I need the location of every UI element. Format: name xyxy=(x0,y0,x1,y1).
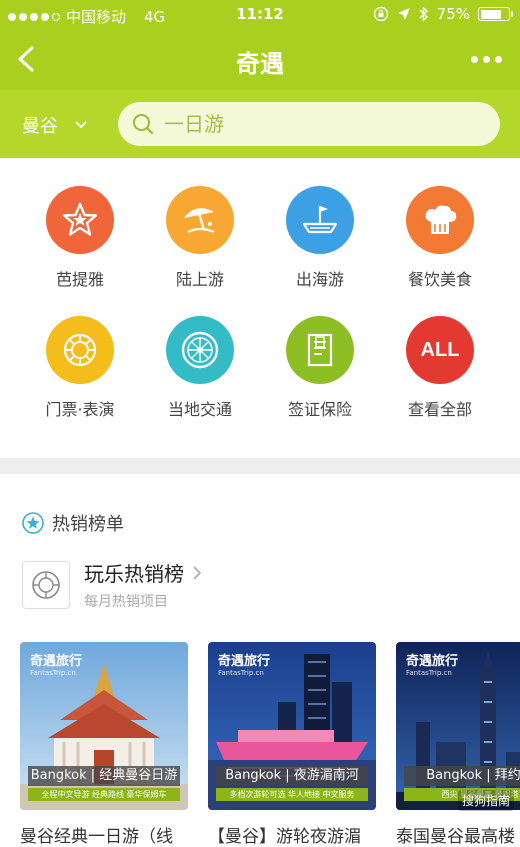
hot-section: 热销榜单 玩乐热销榜 每月热销项目 奇遇旅行 FantasTrip.cn Ban… xyxy=(0,474,520,847)
search-box[interactable] xyxy=(118,102,500,146)
brand-url: FantasTrip.cn xyxy=(406,669,452,677)
category-circle xyxy=(46,186,114,254)
star-badge-icon xyxy=(22,512,44,534)
bluetooth-icon xyxy=(419,6,428,22)
ticket-wheel-icon xyxy=(63,333,97,367)
chevron-right-icon xyxy=(193,565,202,580)
battery-percent: 75% xyxy=(436,5,470,23)
category-circle xyxy=(166,186,234,254)
category-label: 当地交通 xyxy=(167,400,232,419)
ranking-subtitle: 每月热销项目 xyxy=(84,594,168,610)
category-label: 出海游 xyxy=(295,270,344,289)
card-tag-sub: 多档次游轮可选 华人地接 中文服务 xyxy=(216,788,368,801)
all-icon: ALL xyxy=(420,338,460,361)
boat-flag-icon xyxy=(302,206,338,234)
category-sea-tour[interactable]: 出海游 xyxy=(260,186,380,290)
card-tag: Bangkok | 经典曼谷日游 xyxy=(28,766,180,786)
card-caption: 曼谷经典一日游（线 xyxy=(20,827,173,847)
category-circle xyxy=(286,186,354,254)
star-icon xyxy=(62,202,98,236)
category-circle xyxy=(286,316,354,384)
more-options-icon[interactable] xyxy=(471,56,502,63)
category-label: 陆上游 xyxy=(175,270,224,289)
card-tag-sub: 全程中文导游 经典路线 豪华保姆车 xyxy=(28,788,180,801)
product-carousel[interactable]: 奇遇旅行 FantasTrip.cn Bangkok | 经典曼谷日游 全程中文… xyxy=(20,642,520,847)
category-land-tour[interactable]: 陆上游 xyxy=(140,186,260,290)
category-grid: 芭提雅 陆上游 出海游 餐饮美食 门票·表演 当地交通 签证保险 ALL 查看全… xyxy=(0,158,520,458)
status-bar: 中国移动 4G 11:12 75% xyxy=(0,0,520,30)
category-view-all[interactable]: ALL 查看全部 xyxy=(380,316,500,420)
ranking-title: 玩乐热销榜 xyxy=(84,562,184,586)
category-tickets[interactable]: 门票·表演 xyxy=(20,316,140,420)
category-visa-insurance[interactable]: 签证保险 xyxy=(260,316,380,420)
beach-umbrella-icon xyxy=(184,208,215,234)
category-circle xyxy=(46,316,114,384)
chef-hat-icon xyxy=(425,205,457,234)
search-band: 曼谷 xyxy=(0,90,520,158)
river-cruise-photo: 奇遇旅行 FantasTrip.cn Bangkok | 夜游湄南河 多档次游轮… xyxy=(208,642,376,810)
wheel-outline-icon xyxy=(32,570,60,599)
search-input[interactable] xyxy=(164,112,464,136)
category-circle xyxy=(166,316,234,384)
brand-logo: 奇遇旅行 xyxy=(30,654,83,669)
location-arrow-icon xyxy=(397,8,410,20)
wheel-icon xyxy=(181,331,219,369)
document-icon xyxy=(307,333,333,367)
category-label: 查看全部 xyxy=(407,400,472,419)
temple-photo: 奇遇旅行 FantasTrip.cn Bangkok | 经典曼谷日游 全程中文… xyxy=(20,642,188,810)
section-title: 热销榜单 xyxy=(52,514,124,535)
category-pattaya[interactable]: 芭提雅 xyxy=(20,186,140,290)
category-food[interactable]: 餐饮美食 xyxy=(380,186,500,290)
city-name: 曼谷 xyxy=(22,116,58,137)
card-caption: 【曼谷】游轮夜游湄 xyxy=(208,827,361,847)
section-divider xyxy=(0,458,520,474)
card-tag: Bangkok | 夜游湄南河 xyxy=(216,766,368,786)
city-selector[interactable]: 曼谷 xyxy=(22,112,88,138)
brand-logo: 奇遇旅行 xyxy=(218,654,271,669)
category-label: 门票·表演 xyxy=(45,400,115,419)
card-caption: 泰国曼谷最高楼 xyxy=(396,827,515,847)
product-card[interactable]: 奇遇旅行 FantasTrip.cn Bangkok | 拜约克 西尖 曼谷最高… xyxy=(396,642,520,847)
category-transport[interactable]: 当地交通 xyxy=(140,316,260,420)
tower-photo: 奇遇旅行 FantasTrip.cn Bangkok | 拜约克 西尖 曼谷最高… xyxy=(396,642,520,810)
category-circle xyxy=(406,186,474,254)
category-label: 签证保险 xyxy=(287,400,352,419)
product-card[interactable]: 奇遇旅行 FantasTrip.cn Bangkok | 夜游湄南河 多档次游轮… xyxy=(208,642,376,847)
nav-bar: 奇遇 xyxy=(0,30,520,90)
hot-ranking-entry[interactable]: 玩乐热销榜 每月热销项目 xyxy=(22,558,202,611)
section-header: 热销榜单 xyxy=(22,510,124,536)
search-icon xyxy=(133,114,154,135)
category-circle: ALL xyxy=(406,316,474,384)
brand-url: FantasTrip.cn xyxy=(218,669,264,677)
rotation-lock-icon xyxy=(373,6,388,22)
ranking-thumbnail xyxy=(22,560,70,609)
battery-icon xyxy=(478,7,513,21)
card-tag: Bangkok | 拜约克 xyxy=(404,766,520,786)
brand-url: FantasTrip.cn xyxy=(30,669,76,677)
chevron-down-icon xyxy=(75,121,87,129)
category-label: 餐饮美食 xyxy=(407,270,472,289)
brand-logo: 奇遇旅行 xyxy=(406,654,459,669)
page-title: 奇遇 xyxy=(236,50,284,78)
category-label: 芭提雅 xyxy=(55,270,104,289)
watermark: 搜狗指南 xyxy=(457,790,514,811)
product-card[interactable]: 奇遇旅行 FantasTrip.cn Bangkok | 经典曼谷日游 全程中文… xyxy=(20,642,188,847)
